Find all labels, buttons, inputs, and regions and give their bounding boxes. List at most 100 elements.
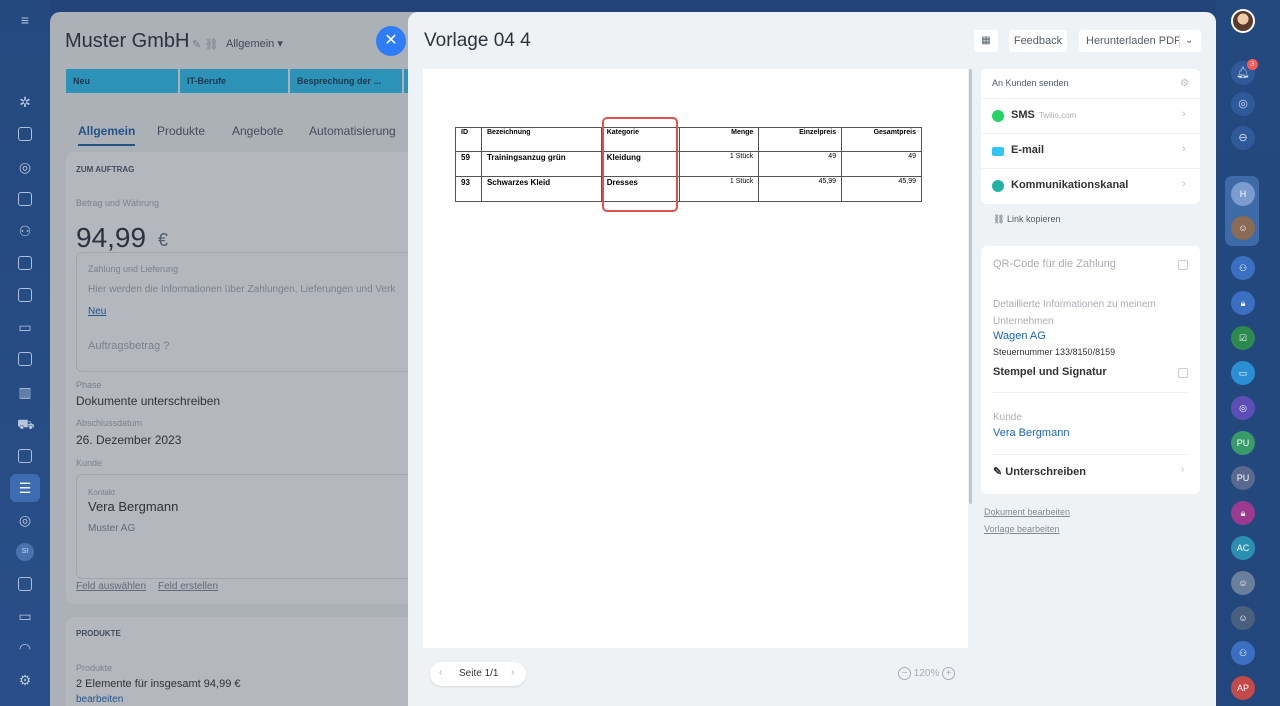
order-amount-label: Auftragsbetrag ? bbox=[88, 340, 170, 352]
group-chat-icon[interactable]: ⚇ bbox=[1231, 641, 1255, 665]
tab-angebote[interactable]: Angebote bbox=[232, 124, 283, 138]
whatsapp-icon bbox=[992, 110, 1004, 122]
analytics-icon[interactable]: ▥ bbox=[17, 384, 33, 400]
chat-avatar-pu-1[interactable]: PU bbox=[1231, 431, 1255, 455]
edit-document-link[interactable]: Dokument bearbeiten bbox=[984, 507, 1070, 517]
tab-produkte[interactable]: Produkte bbox=[157, 124, 205, 138]
products-edit-link[interactable]: bearbeiten bbox=[76, 694, 123, 705]
stamp-checkbox[interactable] bbox=[1178, 368, 1188, 378]
booking-icon[interactable] bbox=[17, 448, 33, 464]
zoom-level: 120% bbox=[913, 668, 940, 680]
chat-icon[interactable]: ◎ bbox=[17, 159, 33, 175]
left-navigation-rail: ≡ ✲ ◎ ⚇ ▭ ▥ ⛟ ☰ ◎ SI ▭ ◠ ⚙ bbox=[0, 0, 50, 706]
stage-besprechung[interactable]: Besprechung der ... bbox=[290, 69, 402, 93]
calendar-icon[interactable] bbox=[17, 191, 33, 207]
send-channel-row[interactable]: Kommunikationskanal › bbox=[981, 168, 1200, 203]
contact-name[interactable]: Vera Bergmann bbox=[88, 499, 178, 514]
chat-group-icon[interactable]: ⚇ bbox=[1231, 256, 1255, 280]
openline-chat-icon[interactable]: ◎ bbox=[1231, 396, 1255, 420]
company-info-label: Detaillierte Informationen zu meinem Unt… bbox=[993, 299, 1156, 327]
cell-id: 59 bbox=[455, 151, 482, 177]
edit-link-icons[interactable]: ✎ ⛓ bbox=[192, 38, 218, 51]
contact-company[interactable]: Muster AG bbox=[88, 523, 135, 534]
prev-page-icon[interactable]: ‹ bbox=[439, 667, 442, 678]
right-rail: 🔔︎ 3 ◎ ⊖ H ☺ ⚇ 🔒︎ ☑ ▭ ◎ PU PU 🔒︎ AC ☺ ☺ … bbox=[1216, 0, 1280, 706]
send-email-row[interactable]: E-mail › bbox=[981, 133, 1200, 168]
lock-chat-icon[interactable]: 🔒︎ bbox=[1231, 291, 1255, 315]
hamburger-menu-icon[interactable]: ≡ bbox=[17, 12, 33, 28]
cell-name: Trainingsanzug grün bbox=[480, 151, 602, 177]
chat-avatar-ap[interactable]: AP bbox=[1231, 676, 1255, 700]
print-button[interactable]: ▦ bbox=[974, 30, 998, 52]
tasks-icon[interactable] bbox=[17, 287, 33, 303]
cell-unit-price: 45,99 bbox=[758, 176, 843, 202]
page-navigator: ‹ Seite 1/1 › bbox=[430, 662, 526, 686]
zoom-in-icon[interactable]: + bbox=[942, 667, 956, 680]
tasks-chat-icon[interactable]: ☑ bbox=[1231, 326, 1255, 350]
create-field-link[interactable]: Feld erstellen bbox=[158, 581, 218, 592]
cards-icon[interactable]: ▭ bbox=[17, 608, 33, 624]
chat-avatar-ac[interactable]: AC bbox=[1231, 536, 1255, 560]
next-page-icon[interactable]: › bbox=[511, 667, 514, 678]
documents-icon[interactable] bbox=[17, 255, 33, 271]
tab-allgemein[interactable]: Allgemein bbox=[78, 124, 136, 146]
split-separator bbox=[1179, 34, 1180, 48]
gear-icon[interactable]: ⚙ bbox=[1180, 78, 1189, 89]
chat-avatar-pu-2[interactable]: PU bbox=[1231, 466, 1255, 490]
copilot-icon[interactable]: ◎ bbox=[1231, 92, 1255, 116]
chat-avatar-4[interactable]: ☺ bbox=[1231, 606, 1255, 630]
crm-funnel-icon[interactable]: ☰ bbox=[17, 480, 33, 496]
category-selector[interactable]: Allgemein ▾ bbox=[226, 37, 283, 50]
drive-icon[interactable]: ▭ bbox=[17, 319, 33, 335]
qr-label: QR-Code für die Zahlung bbox=[993, 258, 1116, 270]
user-avatar-si[interactable]: SI bbox=[16, 543, 34, 561]
edit-template-link[interactable]: Vorlage bearbeiten bbox=[984, 524, 1060, 534]
currency: € bbox=[158, 230, 169, 250]
support-icon[interactable]: ◠ bbox=[17, 640, 33, 656]
qr-checkbox[interactable] bbox=[1178, 260, 1188, 270]
sites-icon[interactable] bbox=[17, 351, 33, 367]
copy-link-button[interactable]: ⛓ Link kopieren bbox=[993, 214, 1061, 225]
stage-it-berufe[interactable]: IT-Berufe bbox=[180, 69, 288, 93]
send-sms-row[interactable]: SMS Twilio.com › bbox=[981, 98, 1200, 133]
groups-icon[interactable]: ⚇ bbox=[17, 223, 33, 239]
chat-avatar-1[interactable]: H bbox=[1231, 182, 1255, 206]
payment-new-link[interactable]: Neu bbox=[88, 306, 106, 317]
chevron-right-icon[interactable]: › bbox=[1181, 464, 1184, 475]
chat-avatar-3[interactable]: ☺ bbox=[1231, 571, 1255, 595]
goals-icon[interactable]: ◎ bbox=[17, 512, 33, 528]
contact-label: Kontakt bbox=[88, 488, 116, 497]
cell-name: Schwarzes Kleid bbox=[480, 176, 602, 202]
shop-cart-icon[interactable]: ⛟ bbox=[17, 416, 35, 432]
tab-automatisierung[interactable]: Automatisierung bbox=[309, 124, 396, 138]
user-avatar[interactable] bbox=[1231, 9, 1255, 33]
download-pdf-button[interactable]: Herunterladen PDF ⌄ bbox=[1079, 30, 1201, 52]
client-name-link[interactable]: Vera Bergmann bbox=[993, 427, 1069, 439]
company-name-link[interactable]: Wagen AG bbox=[993, 330, 1046, 342]
document-scrollbar[interactable] bbox=[969, 69, 972, 504]
stamp-label: Stempel und Signatur bbox=[993, 366, 1107, 378]
feed-icon[interactable] bbox=[17, 126, 33, 142]
search-chat-icon[interactable]: ⊖ bbox=[1231, 126, 1255, 150]
table-row: 93 Schwarzes Kleid Dresses 1 Stück 45,99… bbox=[455, 176, 922, 202]
zoom-out-icon[interactable]: − bbox=[898, 667, 911, 680]
close-slider-button[interactable]: ✕ bbox=[376, 26, 406, 56]
select-field-link[interactable]: Feld auswählen bbox=[76, 581, 146, 592]
sign-icon[interactable] bbox=[17, 576, 33, 592]
chat-avatar-2[interactable]: ☺ bbox=[1231, 216, 1255, 240]
mail-icon bbox=[992, 147, 1004, 156]
settings-icon[interactable]: ⚙ bbox=[17, 672, 33, 688]
sign-row[interactable]: ✎ Unterschreiben bbox=[993, 465, 1086, 478]
messages-chat-icon[interactable]: ▭ bbox=[1231, 361, 1255, 385]
channel-label: Kommunikationskanal bbox=[1011, 179, 1129, 191]
cell-id: 93 bbox=[455, 176, 482, 202]
lock-chat-icon-2[interactable]: 🔒︎ bbox=[1231, 501, 1255, 525]
feedback-button[interactable]: Feedback bbox=[1009, 30, 1067, 52]
send-to-client-panel: An Kunden senden ⚙ SMS Twilio.com › E-mai… bbox=[981, 69, 1200, 204]
stage-neu[interactable]: Neu bbox=[66, 69, 178, 93]
payment-text: Hier werden die Informationen über Zahlu… bbox=[88, 284, 396, 295]
products-section: PRODUKTE bbox=[66, 617, 420, 706]
settings-gear-icon[interactable]: ✲ bbox=[17, 94, 33, 110]
payment-label: Zahlung und Lieferung bbox=[88, 264, 179, 274]
chevron-down-icon[interactable]: ⌄ bbox=[1185, 30, 1193, 52]
